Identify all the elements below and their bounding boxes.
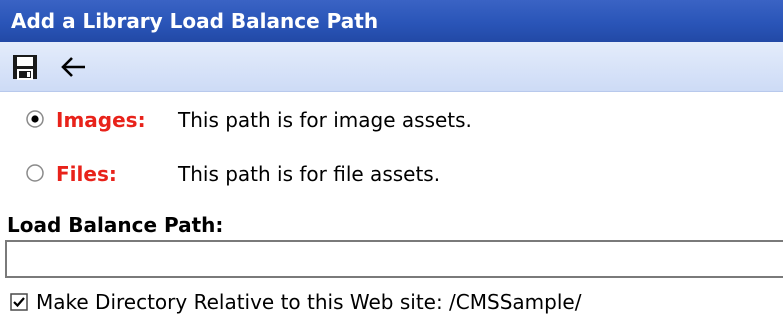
load-balance-path-input[interactable]	[5, 240, 783, 278]
add-load-balance-path-page: Add a Library Load Balance Path Images: …	[0, 0, 783, 323]
files-option-description: This path is for file assets.	[178, 162, 441, 186]
relative-directory-checkbox[interactable]	[10, 293, 28, 311]
save-icon[interactable]	[12, 54, 38, 80]
back-arrow-icon[interactable]	[60, 54, 86, 80]
toolbar	[0, 42, 783, 92]
relative-directory-label: Make Directory Relative to this Web site…	[36, 290, 582, 314]
images-option-label[interactable]: Images:	[56, 100, 146, 140]
page-title: Add a Library Load Balance Path	[0, 0, 783, 42]
files-option-label[interactable]: Files:	[56, 154, 117, 194]
load-balance-path-label: Load Balance Path:	[7, 213, 224, 237]
images-radio[interactable]	[26, 110, 44, 128]
images-option-description: This path is for image assets.	[178, 108, 472, 132]
files-radio[interactable]	[26, 164, 44, 182]
